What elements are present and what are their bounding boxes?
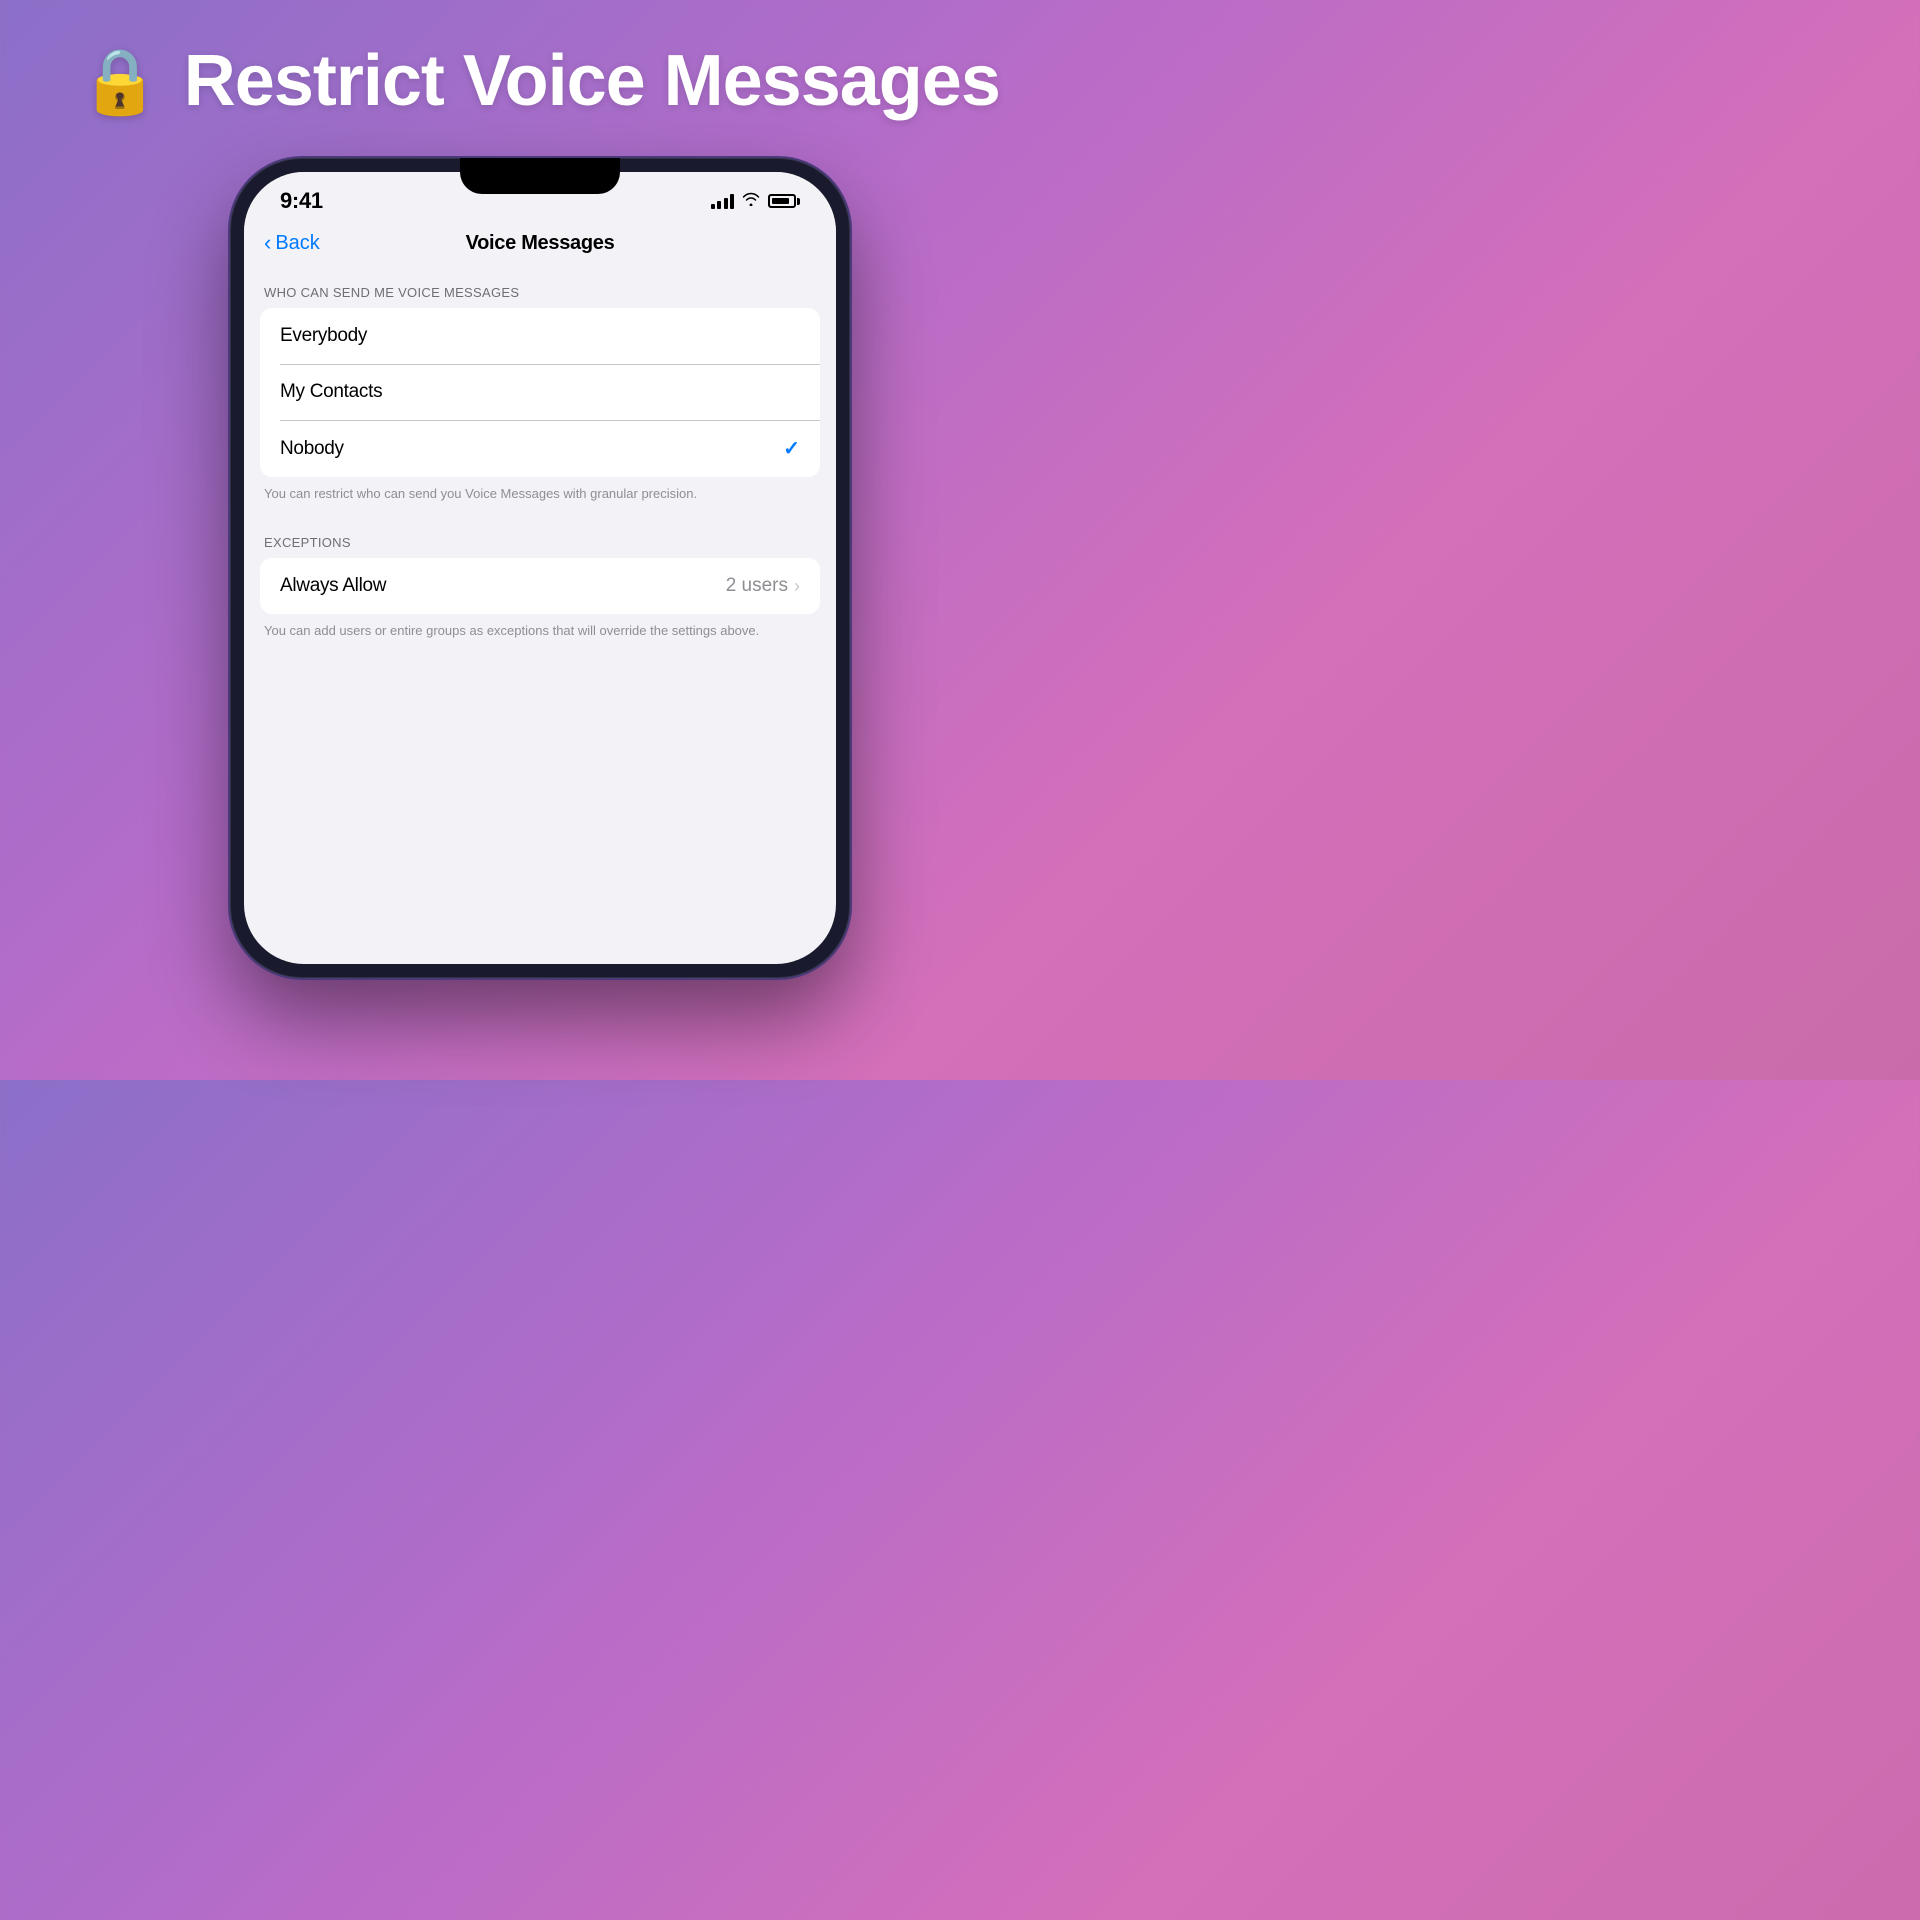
lock-icon: 🔒 [80,44,160,119]
chevron-left-icon: ‹ [264,230,271,256]
back-button[interactable]: ‹ Back [264,231,320,256]
my-contacts-label: My Contacts [280,381,382,403]
list-item-nobody[interactable]: Nobody ✓ [260,420,820,477]
list-item-always-allow[interactable]: Always Allow 2 users › [260,558,820,614]
battery-icon [768,194,800,208]
phone-frame: 9:41 [230,158,850,978]
list-item-everybody[interactable]: Everybody [260,308,820,364]
page-title: Restrict Voice Messages [184,40,1000,122]
section-label-exceptions: EXCEPTIONS [244,519,836,558]
nobody-label: Nobody [280,438,344,460]
content-area: WHO CAN SEND ME VOICE MESSAGES Everybody… [244,269,836,964]
exceptions-list: Always Allow 2 users › [260,558,820,614]
always-allow-right: 2 users › [726,575,800,597]
back-label: Back [275,232,319,255]
list-item-my-contacts[interactable]: My Contacts [260,364,820,420]
who-can-send-helper: You can restrict who can send you Voice … [244,477,836,519]
page-header: 🔒 Restrict Voice Messages [80,40,1000,122]
always-allow-label: Always Allow [280,575,386,597]
status-time: 9:41 [280,188,323,214]
everybody-label: Everybody [280,325,367,347]
wifi-icon [742,192,760,211]
nav-title: Voice Messages [466,232,615,255]
section-label-who-can-send: WHO CAN SEND ME VOICE MESSAGES [244,269,836,308]
exceptions-helper: You can add users or entire groups as ex… [244,614,836,656]
chevron-right-icon: › [794,576,800,597]
phone-screen: 9:41 [244,172,836,964]
selected-checkmark: ✓ [783,436,800,461]
phone-notch [460,172,620,194]
nav-bar: ‹ Back Voice Messages [244,222,836,269]
signal-icon [711,193,735,209]
who-can-send-list: Everybody My Contacts Nobody ✓ [260,308,820,477]
always-allow-value: 2 users [726,575,788,597]
status-icons [711,192,801,211]
